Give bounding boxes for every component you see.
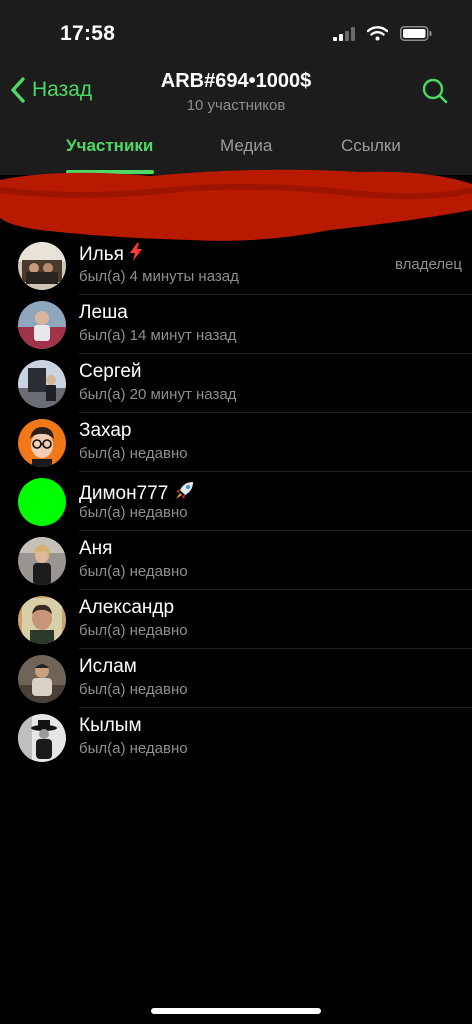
member-status: был(а) недавно (79, 622, 188, 639)
member-status: был(а) недавно (79, 504, 188, 521)
participants-count: 10 участников (186, 97, 286, 114)
member-row[interactable]: Димон777 был(а) недавно (0, 472, 472, 531)
member-name: Кылым (79, 715, 142, 736)
member-row[interactable]: Сергей был(а) 20 минут назад (0, 354, 472, 413)
active-tab-indicator (66, 170, 154, 174)
member-status: был(а) недавно (79, 681, 188, 698)
member-name: Ислам (79, 656, 137, 677)
member-status: был(а) 4 минуты назад (79, 268, 239, 285)
member-row[interactable]: Захар был(а) недавно (0, 413, 472, 472)
status-icons (333, 26, 432, 41)
battery-icon (400, 26, 432, 41)
member-status: был(а) недавно (79, 563, 188, 580)
members-list: Илья был(а) 4 минуты назад владелец Леша… (0, 236, 472, 767)
member-name: Захар (79, 420, 132, 441)
member-row[interactable]: Александр был(а) недавно (0, 590, 472, 649)
member-status: был(а) 14 минут назад (79, 327, 237, 344)
chat-title: ARB#694•1000$ (160, 70, 312, 92)
member-name: Аня (79, 538, 113, 559)
tab-media[interactable]: Медиа (220, 136, 272, 156)
member-row[interactable]: Ислам был(а) недавно (0, 649, 472, 708)
member-row[interactable]: Аня был(а) недавно (0, 531, 472, 590)
member-status: был(а) недавно (79, 445, 188, 462)
lightning-emoji-icon (128, 243, 144, 267)
member-status: был(а) недавно (79, 740, 188, 757)
member-name: Илья (79, 243, 144, 267)
avatar (18, 360, 66, 408)
member-row[interactable]: Илья был(а) 4 минуты назад владелец (0, 236, 472, 295)
avatar (18, 655, 66, 703)
avatar (18, 714, 66, 762)
avatar (18, 419, 66, 467)
cellular-signal-icon (333, 26, 355, 41)
tab-bar: Участники Медиа Ссылки (0, 136, 472, 175)
home-indicator[interactable] (151, 1008, 321, 1014)
member-name: Сергей (79, 361, 142, 382)
avatar (18, 242, 66, 290)
avatar (18, 301, 66, 349)
avatar (18, 537, 66, 585)
wifi-icon (367, 26, 388, 41)
role-badge: владелец (394, 256, 462, 273)
member-status: был(а) 20 минут назад (79, 386, 237, 403)
member-name: Александр (79, 597, 175, 618)
tab-participants[interactable]: Участники (66, 136, 153, 156)
member-row[interactable]: Леша был(а) 14 минут назад (0, 295, 472, 354)
status-time: 17:58 (60, 22, 116, 45)
avatar (18, 478, 66, 526)
navigation-header: 17:58 Назад ARB#694•1000$ 10 участников (0, 0, 472, 175)
avatar (18, 596, 66, 644)
member-name: Леша (79, 302, 128, 323)
tab-links[interactable]: Ссылки (341, 136, 401, 156)
search-button[interactable] (422, 78, 448, 109)
search-icon (422, 78, 448, 104)
member-row[interactable]: Кылым был(а) недавно (0, 708, 472, 767)
